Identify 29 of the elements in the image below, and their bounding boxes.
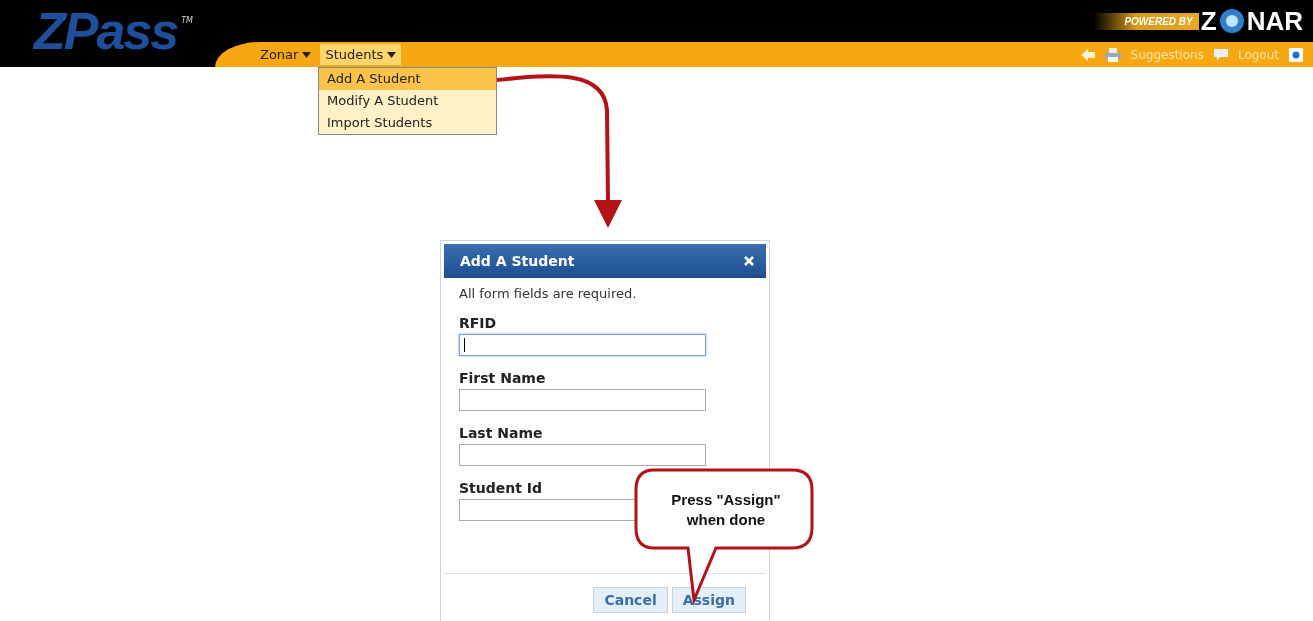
field-label: First Name	[459, 370, 547, 386]
brand-tagline: POWERED BY	[1094, 12, 1199, 30]
trademark-mark: TM	[181, 16, 193, 25]
dialog-button[interactable]: Cancel	[593, 587, 668, 613]
input-field[interactable]	[459, 334, 706, 356]
required-note: All form fields are required.	[459, 286, 638, 301]
close-icon[interactable]	[744, 256, 754, 266]
menu-item[interactable]: Import Students	[319, 112, 496, 134]
caret-icon	[302, 51, 312, 58]
dialog-title: Add A Student	[460, 253, 575, 269]
brand-letter: Z	[1200, 5, 1217, 37]
field-label: Last Name	[459, 425, 544, 441]
menu-item[interactable]: Modify A Student	[319, 90, 496, 112]
field-label: RFID	[459, 315, 498, 331]
brand-name: NAR	[1246, 5, 1303, 37]
menu-item[interactable]: Add A Student	[319, 68, 496, 90]
back-arrow-icon[interactable]	[1080, 48, 1095, 61]
input-field[interactable]	[459, 389, 706, 411]
caret-icon	[387, 51, 397, 58]
speech-bubble-icon[interactable]	[1213, 48, 1228, 61]
nav-menu[interactable]: Students	[320, 44, 402, 65]
globe-icon	[1218, 8, 1245, 34]
nav-menu[interactable]: Zonar	[255, 44, 317, 65]
printer-icon[interactable]	[1104, 47, 1121, 62]
logout-icon[interactable]	[1289, 47, 1303, 62]
field-label: Student Id	[459, 480, 544, 496]
tooltip-text: Press "Assign" when done	[670, 490, 782, 530]
input-field[interactable]	[459, 444, 706, 466]
zpass-logo: ZPass	[34, 2, 178, 60]
